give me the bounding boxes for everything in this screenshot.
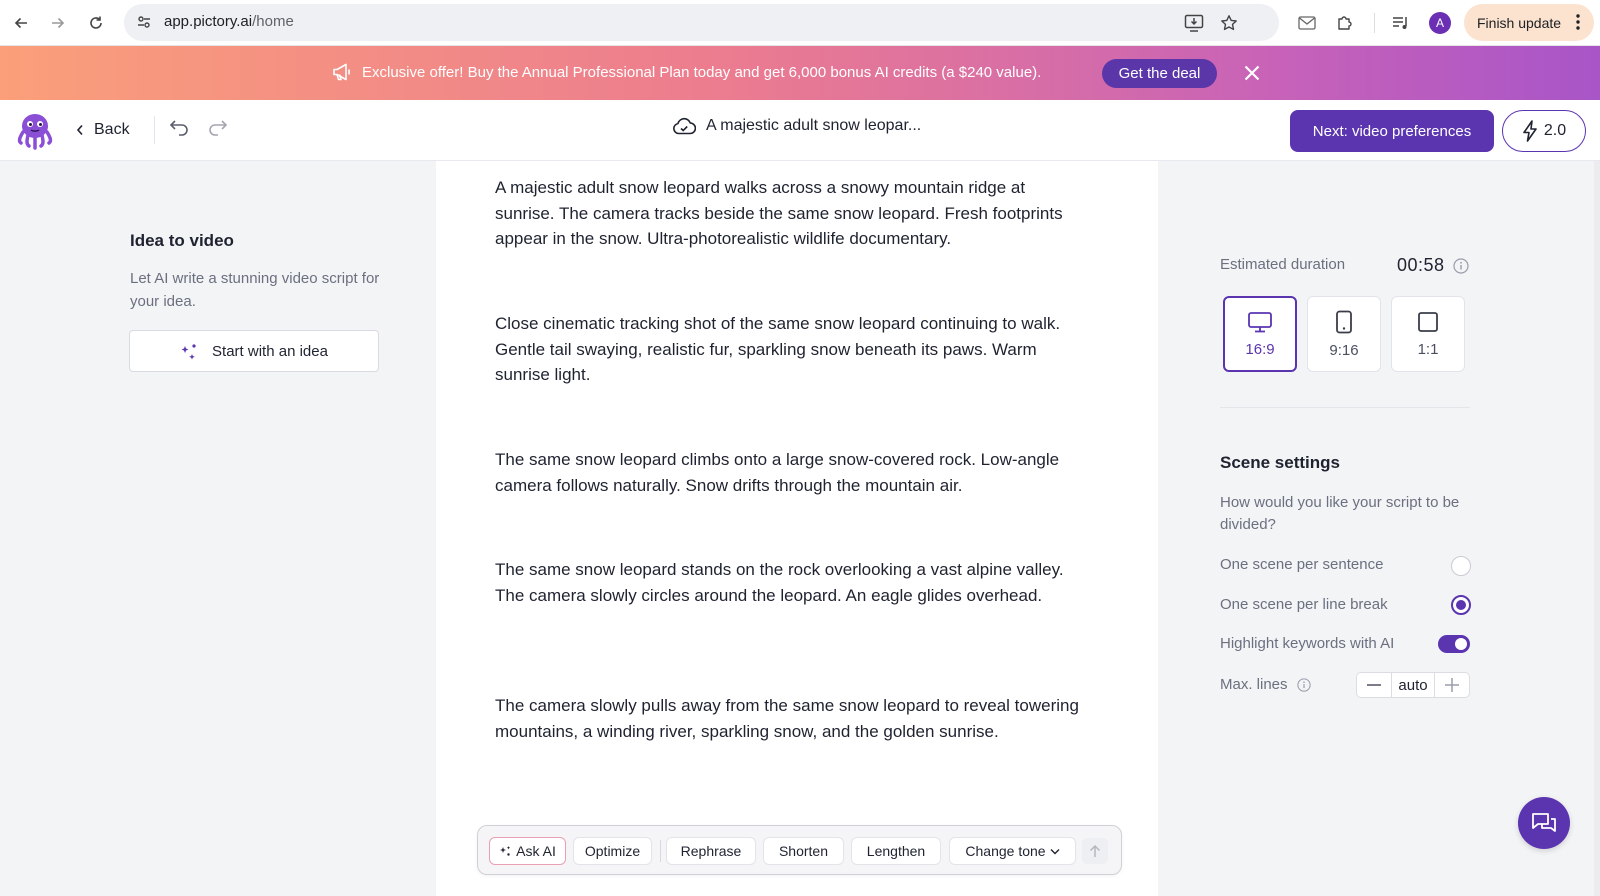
square-icon (1417, 311, 1439, 333)
estimated-duration-label: Estimated duration (1220, 256, 1346, 273)
mail-extension-icon[interactable] (1295, 11, 1319, 35)
max-lines-stepper: auto (1356, 672, 1470, 698)
extensions-puzzle-icon[interactable] (1333, 11, 1357, 35)
decrement-minus-icon[interactable] (1357, 673, 1391, 697)
pictory-logo-icon[interactable] (16, 110, 54, 150)
change-tone-label: Change tone (965, 843, 1046, 859)
scene-settings-title: Scene settings (1220, 453, 1340, 472)
info-icon[interactable] (1297, 678, 1311, 692)
script-paragraph[interactable]: The same snow leopard stands on the rock… (495, 557, 1085, 608)
browser-toolbar: app.pictory.ai/home A Finish update (0, 0, 1600, 46)
idea-to-video-description: Let AI write a stunning video script for… (130, 270, 380, 310)
bookmark-star-icon[interactable] (1218, 12, 1240, 34)
option-line-break-label: One scene per line break (1220, 596, 1388, 613)
info-icon[interactable] (1453, 258, 1469, 274)
script-paragraph[interactable]: The camera slowly pulls away from the sa… (495, 693, 1085, 744)
close-icon[interactable] (1240, 61, 1264, 85)
header-divider (154, 116, 155, 144)
chat-support-icon[interactable] (1518, 797, 1570, 849)
scene-settings-question: How would you like your script to be div… (1220, 494, 1460, 533)
highlight-keywords-toggle[interactable] (1438, 635, 1470, 653)
ask-ai-button[interactable]: Ask AI (489, 837, 566, 865)
script-paragraph[interactable]: Close cinematic tracking shot of the sam… (495, 311, 1085, 388)
back-label: Back (94, 121, 130, 138)
script-paragraph[interactable]: The same snow leopard climbs onto a larg… (495, 447, 1085, 498)
app-header: Back A majestic adult snow leopar... Nex… (0, 100, 1600, 161)
shorten-button[interactable]: Shorten (763, 837, 844, 865)
start-with-idea-label: Start with an idea (212, 342, 328, 360)
address-bar[interactable]: app.pictory.ai/home (124, 4, 1279, 41)
aspect-ratio-1-1[interactable]: 1:1 (1391, 296, 1465, 372)
more-menu-icon (1576, 14, 1580, 30)
lightning-icon (1522, 120, 1538, 142)
aspect-ratio-label: 16:9 (1245, 340, 1275, 358)
aspect-ratio-9-16[interactable]: 9:16 (1307, 296, 1381, 372)
scene-per-line-break-radio[interactable] (1451, 595, 1471, 615)
optimize-button[interactable]: Optimize (573, 837, 652, 865)
desktop-monitor-icon (1247, 311, 1273, 333)
redo-icon[interactable] (207, 118, 229, 138)
sparkle-icon (180, 342, 198, 360)
browser-back-icon[interactable] (7, 9, 35, 37)
megaphone-icon (331, 61, 353, 83)
aspect-ratio-label: 9:16 (1329, 341, 1359, 359)
max-lines-label: Max. lines (1220, 676, 1288, 693)
sparkle-icon (499, 845, 512, 858)
back-button[interactable]: Back (76, 117, 130, 143)
media-control-icon[interactable] (1389, 11, 1413, 35)
toolbar-divider (1374, 13, 1375, 33)
lengthen-button[interactable]: Lengthen (851, 837, 941, 865)
finish-update-button[interactable]: Finish update (1464, 4, 1594, 41)
cloud-saved-icon (672, 117, 696, 135)
option-sentence-label: One scene per sentence (1220, 556, 1384, 573)
rephrase-button[interactable]: Rephrase (666, 837, 756, 865)
chevron-left-icon (76, 124, 84, 136)
script-paragraph[interactable]: A majestic adult snow leopard walks acro… (495, 175, 1085, 252)
start-with-idea-button[interactable]: Start with an idea (129, 330, 379, 372)
promo-banner: Exclusive offer! Buy the Annual Professi… (0, 46, 1600, 100)
idea-to-video-title: Idea to video (130, 231, 234, 250)
scene-per-sentence-radio[interactable] (1451, 556, 1471, 576)
increment-plus-icon[interactable] (1435, 673, 1469, 697)
toolbar-divider (660, 840, 661, 862)
ai-toolbar: Ask AI Optimize Rephrase Shorten Lengthe… (477, 825, 1122, 875)
scrollbar[interactable] (1594, 161, 1600, 896)
site-settings-icon[interactable] (136, 14, 152, 30)
estimated-duration-value: 00:58 (1397, 255, 1445, 275)
section-divider (1220, 407, 1470, 408)
browser-reload-icon[interactable] (82, 9, 110, 37)
project-title-text: A majestic adult snow leopar... (706, 117, 922, 134)
chevron-down-icon (1050, 848, 1060, 855)
aspect-ratio-label: 1:1 (1417, 340, 1439, 358)
url-path: /home (252, 13, 294, 30)
max-lines-value[interactable]: auto (1391, 673, 1435, 697)
finish-update-label: Finish update (1477, 14, 1562, 31)
credits-value: 2.0 (1543, 122, 1567, 139)
credits-button[interactable]: 2.0 (1502, 110, 1586, 152)
get-deal-button[interactable]: Get the deal (1102, 59, 1217, 88)
url-text: app.pictory.ai/home (164, 13, 294, 30)
browser-forward-icon[interactable] (44, 9, 72, 37)
undo-icon[interactable] (168, 118, 190, 138)
send-arrow-up-icon[interactable] (1082, 838, 1108, 864)
install-app-icon[interactable] (1183, 12, 1205, 34)
profile-avatar[interactable]: A (1429, 12, 1451, 34)
url-host: app.pictory.ai (164, 13, 253, 30)
ask-ai-label: Ask AI (516, 843, 556, 859)
change-tone-dropdown[interactable]: Change tone (949, 837, 1076, 865)
phone-icon (1335, 310, 1353, 334)
script-editor[interactable]: A majestic adult snow leopard walks acro… (436, 161, 1158, 896)
project-title[interactable]: A majestic adult snow leopar... (672, 117, 921, 135)
highlight-keywords-label: Highlight keywords with AI (1220, 635, 1395, 652)
aspect-ratio-16-9[interactable]: 16:9 (1223, 296, 1297, 372)
promo-text: Exclusive offer! Buy the Annual Professi… (362, 64, 1042, 81)
next-video-preferences-button[interactable]: Next: video preferences (1290, 110, 1494, 152)
